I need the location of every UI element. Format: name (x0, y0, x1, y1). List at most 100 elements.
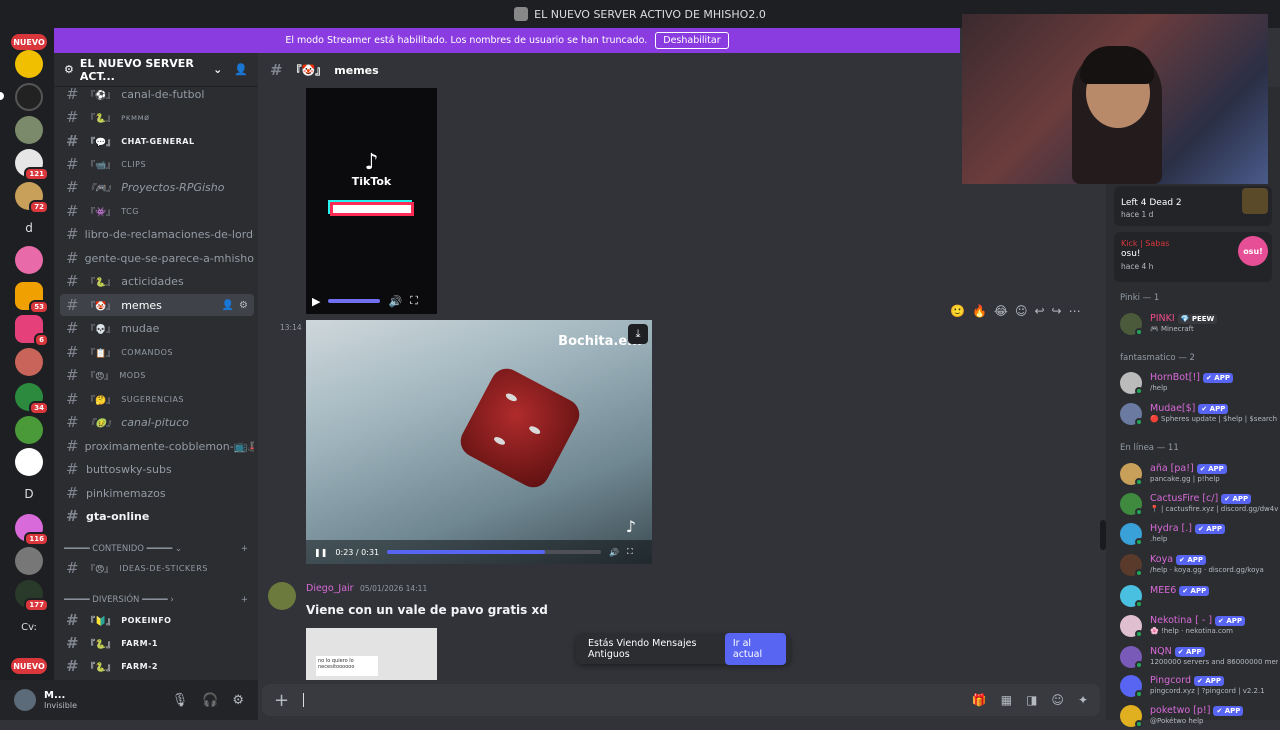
channel-item[interactable]: # 『💀』 mudae (60, 317, 254, 339)
server-icon[interactable]: Cv: (15, 613, 43, 641)
server-icon[interactable] (15, 83, 43, 111)
member-item[interactable]: Mudae[$] ✔ APP 🔴 Spheres update | $help | … (1120, 400, 1278, 428)
gif-icon[interactable]: ▦ (1001, 693, 1012, 707)
microphone-icon[interactable]: 🎙 (172, 693, 189, 708)
gear-icon[interactable]: ⚙ (232, 693, 244, 708)
disable-button[interactable]: Deshabilitar (655, 32, 729, 49)
channel-item[interactable]: # 『😠』 MODS (60, 364, 254, 386)
reaction-icon[interactable]: 😂 (994, 304, 1008, 318)
channel-label: TCG (121, 206, 139, 216)
fullscreen-icon[interactable]: ⛶ (410, 294, 418, 308)
member-name: Pingcord (1150, 675, 1192, 686)
channel-item[interactable]: # gente-que-se-parece-a-mhisho-... (60, 247, 254, 269)
avatar[interactable] (268, 582, 296, 610)
channel-item[interactable]: # 『🤔』 SUGERENCIAS (60, 388, 254, 410)
server-icon[interactable]: 116 (15, 514, 49, 546)
download-icon[interactable]: ⤓ (628, 324, 648, 344)
message-composer[interactable]: + 🎁 ▦ ◨ ☺ ✦ (262, 684, 1100, 716)
server-icon[interactable]: 34 (15, 383, 49, 415)
channel-item[interactable]: # 『📹』 CLIPS (60, 153, 254, 175)
channel-item[interactable]: # 『🎮』 Proyectos-RPGisho (60, 176, 254, 198)
volume-icon[interactable]: 🔊 (388, 295, 402, 308)
channel-item[interactable]: # gta-online (60, 505, 254, 527)
play-icon[interactable]: ▶ (312, 295, 320, 308)
message-author[interactable]: Diego_Jair (306, 583, 354, 594)
forward-icon[interactable]: ↪ (1052, 304, 1062, 318)
category-header[interactable]: ━━━━━ DIVERSIÓN ━━━━━ › + (64, 595, 248, 605)
video-progress-bar[interactable] (387, 550, 602, 554)
pause-icon[interactable]: ❚❚ (314, 548, 327, 557)
channel-item[interactable]: # 『🐍』 FARM-1 (60, 632, 254, 654)
server-icon[interactable]: d (15, 214, 43, 242)
member-item[interactable]: Hydra [.] ✔ APP .help (1120, 520, 1278, 548)
server-icon[interactable] (15, 448, 43, 476)
jump-to-present-button[interactable]: Ir al actual (724, 633, 786, 665)
add-reaction-icon[interactable]: ☺ (1015, 304, 1028, 318)
tiktok-video-embed[interactable]: ♪ TikTok ▶ 🔊 ⛶ (306, 88, 437, 314)
channel-item[interactable]: # 『🐍』 acticidades (60, 270, 254, 292)
member-item[interactable]: Nekotina [ - ] ✔ APP 🌸 !help · nekotina.co… (1120, 612, 1278, 640)
member-item[interactable]: PINKI 💎 PEEW 🎮 Minecraft (1120, 310, 1278, 338)
server-icon[interactable]: D (15, 480, 43, 508)
video-thumbnail[interactable]: no lo quiero lo necesitoooooo (306, 628, 437, 680)
plus-icon[interactable]: + (241, 595, 248, 605)
gift-icon[interactable]: 🎁 (972, 693, 987, 707)
member-item[interactable]: CactusFire [c/] ✔ APP 📍 | cactusfire.xyz |… (1120, 490, 1278, 518)
member-item[interactable]: HornBot[!] ✔ APP/help (1120, 369, 1278, 397)
apps-icon[interactable]: ✦ (1078, 693, 1088, 707)
reaction-icon[interactable]: 🔥 (972, 304, 987, 318)
server-icon[interactable]: 121 (15, 149, 49, 181)
channel-item[interactable]: # 『💬』 CHAT-GENERAL (60, 130, 254, 152)
channel-item[interactable]: # proximamente-cobblemon-📺🎩... (60, 435, 254, 457)
gear-icon[interactable]: ⚙ (239, 300, 248, 311)
add-member-icon[interactable]: 👤 (222, 300, 234, 311)
member-item[interactable]: NQN ✔ APP 1200000 servers and 86000000 mer (1120, 643, 1278, 671)
channel-item[interactable]: # 『🤢』 canal-pituco (60, 411, 254, 433)
activity-card[interactable]: Kick | Sabas osu! hace 4 h osu! (1114, 232, 1272, 282)
member-item[interactable]: poketwo [p!] ✔ APP @Pokétwo help (1120, 702, 1278, 730)
category-header[interactable]: ━━━━━ CONTENIDO ━━━━━ ⌄ + (64, 544, 248, 554)
channel-item[interactable]: # 『📋』 COMANDOS (60, 341, 254, 363)
game-icon (1242, 188, 1268, 214)
channel-item-memes[interactable]: # 『🤡』 memes 👤 ⚙ (60, 294, 254, 316)
server-icon[interactable]: 72 (15, 182, 49, 214)
server-icon[interactable]: 53 (15, 282, 49, 314)
volume-icon[interactable]: 🔊 (609, 548, 619, 557)
invite-icon[interactable]: 👤 (234, 63, 248, 76)
server-header[interactable]: ⚙ EL NUEVO SERVER ACT... ⌄ 👤 (54, 53, 258, 87)
server-icon[interactable]: 6 (15, 315, 49, 347)
reply-icon[interactable]: ↩ (1034, 304, 1044, 318)
channel-item[interactable]: # 『⚽』 canal-de-futbol (60, 83, 254, 105)
avatar[interactable] (14, 689, 36, 711)
sticker-icon[interactable]: ◨ (1026, 693, 1037, 707)
volume-slider[interactable] (328, 299, 381, 303)
member-item[interactable]: aña [pa!] ✔ APP pancake.gg | p!help (1120, 460, 1278, 488)
video-player[interactable]: Bochita.e... ⤓ ♪ ❚❚ 0:23 / 0:31 🔊 ⛶ (306, 320, 652, 564)
server-icon[interactable] (15, 116, 43, 144)
server-icon[interactable] (15, 348, 43, 376)
server-icon[interactable] (15, 50, 43, 78)
member-item[interactable]: Koya ✔ APP/help · koya.gg · discord.gg/ko… (1120, 551, 1278, 579)
plus-icon[interactable]: + (274, 690, 289, 711)
fullscreen-icon[interactable]: ⛶ (627, 547, 633, 557)
channel-item[interactable]: # 『😠』 IDEAS-DE-STICKERS (60, 557, 254, 579)
server-icon[interactable]: 177 (15, 580, 49, 612)
headphones-icon[interactable]: 🎧 (202, 693, 218, 708)
channel-item[interactable]: # 『🐍』 ᴘᴋᴍᴍø (60, 106, 254, 128)
server-icon[interactable] (15, 416, 43, 444)
channel-item[interactable]: # buttoswky-subs (60, 458, 254, 480)
channel-item[interactable]: # 『🔰』 POKEINFO (60, 609, 254, 631)
reaction-icon[interactable]: 🙂 (950, 304, 965, 318)
server-icon[interactable] (15, 547, 43, 575)
channel-item[interactable]: # 『🐍』 FARM-2 (60, 655, 254, 677)
server-icon[interactable] (15, 246, 43, 274)
more-icon[interactable]: ⋯ (1069, 304, 1081, 318)
emoji-icon[interactable]: ☺ (1051, 693, 1064, 707)
channel-item[interactable]: # 『👾』 TCG (60, 200, 254, 222)
member-item[interactable]: MEE6 ✔ APP (1120, 582, 1278, 610)
plus-icon[interactable]: + (241, 544, 248, 554)
channel-item[interactable]: # pinkimemazos (60, 482, 254, 504)
member-item[interactable]: Pingcord ✔ APP pingcord.xyz | ?pingcord | … (1120, 672, 1278, 700)
channel-item[interactable]: # libro-de-reclamaciones-de-lord-... (60, 223, 254, 245)
activity-card[interactable]: Left 4 Dead 2 hace 1 d (1114, 186, 1272, 226)
